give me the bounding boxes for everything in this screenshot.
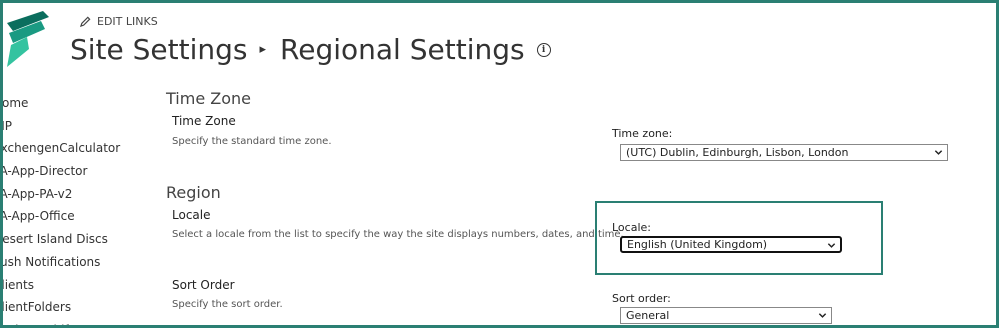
locale-description: Select a locale from the list to specify… bbox=[172, 229, 624, 240]
quick-launch-nav: Home VIP ExchengenCalculator PA-App-Dire… bbox=[3, 92, 143, 325]
sort-order-label: Sort Order bbox=[172, 278, 235, 292]
nav-item-clients[interactable]: Clients bbox=[3, 274, 143, 297]
sort-order-description: Specify the sort order. bbox=[172, 299, 283, 310]
nav-item-client-folders[interactable]: ClientFolders bbox=[3, 296, 143, 319]
region-section-title: Region bbox=[166, 183, 221, 202]
page-title: Site Settings ▸ Regional Settings i bbox=[70, 33, 551, 66]
pencil-icon bbox=[80, 16, 91, 27]
nav-item-home[interactable]: Home bbox=[3, 92, 143, 115]
sort-order-select-label: Sort order: bbox=[612, 292, 671, 305]
time-zone-select[interactable]: (UTC) Dublin, Edinburgh, Lisbon, London bbox=[620, 144, 948, 161]
chevron-down-icon bbox=[827, 243, 836, 248]
nav-item-exchengen-calculator[interactable]: ExchengenCalculator bbox=[3, 137, 143, 160]
nav-item-business-shifts[interactable]: BusinessShifts bbox=[3, 319, 143, 325]
info-icon[interactable]: i bbox=[536, 42, 551, 57]
breadcrumb-separator-icon: ▸ bbox=[259, 42, 267, 57]
time-zone-select-value: (UTC) Dublin, Edinburgh, Lisbon, London bbox=[626, 146, 849, 159]
time-zone-label: Time Zone bbox=[172, 114, 236, 128]
page-title-text: Regional Settings bbox=[280, 33, 525, 66]
nav-item-pa-app-office[interactable]: PA-App-Office bbox=[3, 205, 143, 228]
locale-select-label: Locale: bbox=[612, 221, 651, 234]
nav-item-pa-app-pa-v2[interactable]: PA-App-PA-v2 bbox=[3, 183, 143, 206]
edit-links-button[interactable]: EDIT LINKS bbox=[80, 15, 158, 28]
app-frame: EDIT LINKS Site Settings ▸ Regional Sett… bbox=[0, 0, 999, 328]
time-zone-select-label: Time zone: bbox=[612, 127, 673, 140]
nav-item-desert-island-discs[interactable]: Desert Island Discs bbox=[3, 228, 143, 251]
edit-links-label: EDIT LINKS bbox=[97, 15, 158, 28]
app-logo-icon bbox=[7, 11, 49, 67]
sort-order-select[interactable]: General bbox=[620, 307, 832, 324]
chevron-down-icon bbox=[818, 313, 827, 318]
time-zone-section-title: Time Zone bbox=[166, 89, 251, 108]
locale-select[interactable]: English (United Kingdom) bbox=[620, 236, 842, 253]
time-zone-description: Specify the standard time zone. bbox=[172, 136, 332, 147]
nav-item-pa-app-director[interactable]: PA-App-Director bbox=[3, 160, 143, 183]
nav-item-push-notifications[interactable]: Push Notifications bbox=[3, 251, 143, 274]
breadcrumb-site-settings-link[interactable]: Site Settings bbox=[70, 33, 248, 66]
locale-label: Locale bbox=[172, 208, 211, 222]
chevron-down-icon bbox=[934, 150, 943, 155]
sort-order-select-value: General bbox=[626, 309, 670, 322]
locale-select-value: English (United Kingdom) bbox=[627, 238, 768, 251]
nav-item-vip[interactable]: VIP bbox=[3, 115, 143, 138]
